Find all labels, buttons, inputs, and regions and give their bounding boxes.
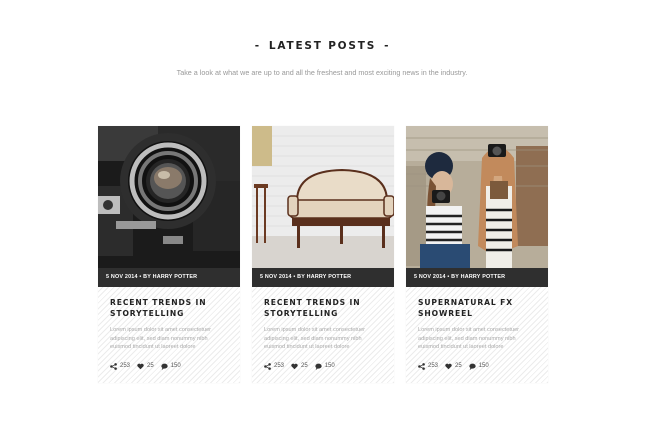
post-meta: 5 NOV 2014 • BY HARRY POTTER bbox=[252, 268, 394, 287]
post-title[interactable]: RECENT TRENDS IN STORYTELLING bbox=[110, 297, 230, 319]
post-stats: 253 25 150 bbox=[418, 361, 496, 371]
share-stat[interactable]: 253 bbox=[110, 362, 131, 370]
comment-icon bbox=[161, 363, 168, 370]
like-count: 25 bbox=[147, 363, 154, 369]
post-stats: 253 25 150 bbox=[110, 361, 188, 371]
share-icon bbox=[264, 362, 271, 370]
comment-stat[interactable]: 150 bbox=[161, 363, 181, 370]
post-excerpt: Lorem ipsum dolor sit amet consectetuer … bbox=[264, 327, 366, 350]
share-stat[interactable]: 253 bbox=[264, 362, 285, 370]
heart-icon bbox=[137, 363, 144, 369]
comment-count: 150 bbox=[478, 363, 489, 369]
comment-stat[interactable]: 150 bbox=[469, 363, 489, 370]
post-card[interactable]: 5 NOV 2014 • BY HARRY POTTER SUPERNATURA… bbox=[406, 126, 548, 383]
heart-icon bbox=[445, 363, 452, 369]
post-card[interactable]: 5 NOV 2014 • BY HARRY POTTER RECENT TREN… bbox=[98, 126, 240, 383]
share-icon bbox=[110, 362, 117, 370]
post-body: SUPERNATURAL FX SHOWREEL Lorem ipsum dol… bbox=[406, 287, 548, 383]
share-count: 253 bbox=[120, 363, 131, 369]
post-image-photographers[interactable] bbox=[406, 126, 548, 268]
post-title[interactable]: SUPERNATURAL FX SHOWREEL bbox=[418, 297, 538, 319]
post-stats: 253 25 150 bbox=[264, 361, 342, 371]
comment-icon bbox=[469, 363, 476, 370]
like-stat[interactable]: 25 bbox=[291, 363, 308, 370]
share-stat[interactable]: 253 bbox=[418, 362, 439, 370]
heart-icon bbox=[291, 363, 298, 369]
post-image-camera[interactable] bbox=[98, 126, 240, 268]
title-dash-left: - bbox=[254, 40, 261, 52]
share-icon bbox=[418, 362, 425, 370]
title-dash-right: - bbox=[384, 40, 391, 52]
post-title[interactable]: RECENT TRENDS IN STORYTELLING bbox=[264, 297, 384, 319]
post-image-sofa[interactable] bbox=[252, 126, 394, 268]
post-excerpt: Lorem ipsum dolor sit amet consectetuer … bbox=[418, 327, 520, 350]
comment-count: 150 bbox=[170, 363, 181, 369]
section-title: - LATEST POSTS - bbox=[0, 40, 645, 52]
comment-icon bbox=[315, 363, 322, 370]
post-meta: 5 NOV 2014 • BY HARRY POTTER bbox=[406, 268, 548, 287]
like-count: 25 bbox=[455, 363, 462, 369]
comment-stat[interactable]: 150 bbox=[315, 363, 335, 370]
post-body: RECENT TRENDS IN STORYTELLING Lorem ipsu… bbox=[252, 287, 394, 383]
section-subtitle: Take a look at what we are up to and all… bbox=[176, 68, 468, 77]
post-excerpt: Lorem ipsum dolor sit amet consectetuer … bbox=[110, 327, 212, 350]
share-count: 253 bbox=[274, 363, 285, 369]
post-meta: 5 NOV 2014 • BY HARRY POTTER bbox=[98, 268, 240, 287]
comment-count: 150 bbox=[324, 363, 335, 369]
post-card[interactable]: 5 NOV 2014 • BY HARRY POTTER RECENT TREN… bbox=[252, 126, 394, 383]
like-count: 25 bbox=[301, 363, 308, 369]
post-body: RECENT TRENDS IN STORYTELLING Lorem ipsu… bbox=[98, 287, 240, 383]
like-stat[interactable]: 25 bbox=[445, 363, 462, 370]
like-stat[interactable]: 25 bbox=[137, 363, 154, 370]
share-count: 253 bbox=[428, 363, 439, 369]
section-title-text: LATEST POSTS bbox=[268, 40, 377, 52]
